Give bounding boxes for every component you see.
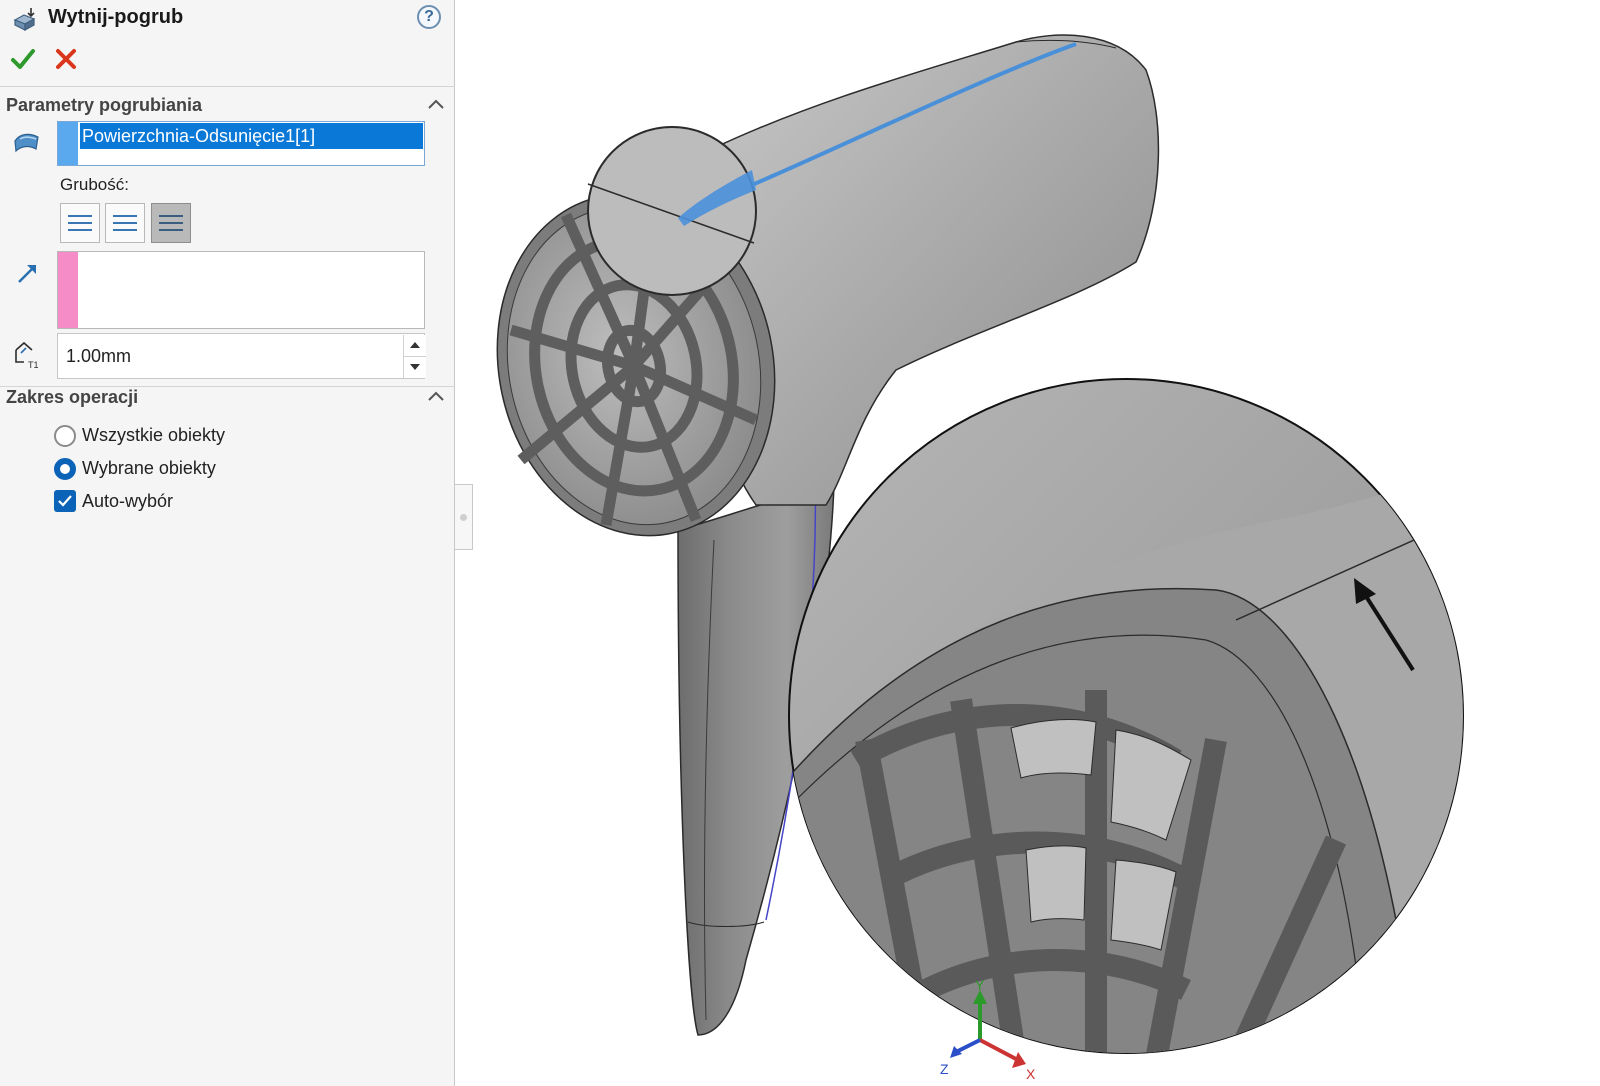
selected-bodies-radio[interactable] [54, 458, 76, 480]
selected-surface-item[interactable]: Powierzchnia-Odsunięcie1[1] [80, 123, 423, 149]
feature-title: Wytnij-pogrub [48, 6, 184, 28]
collapse-chevron-up-icon[interactable] [427, 98, 445, 110]
header-divider [0, 86, 455, 87]
cut-thicken-feature-icon [13, 8, 36, 32]
feature-scope-section-title: Zakres operacji [6, 387, 139, 407]
thickness-decrement-arrow[interactable] [403, 357, 426, 378]
selected-bodies-label[interactable]: Wybrane obiekty [82, 458, 216, 479]
thickness-increment-arrow[interactable] [403, 335, 426, 357]
ok-checkmark-button[interactable] [10, 46, 36, 72]
auto-select-checkbox[interactable] [54, 490, 76, 512]
all-bodies-label[interactable]: Wszystkie obiekty [82, 425, 225, 446]
all-bodies-radio[interactable] [54, 425, 76, 447]
svg-text:T1: T1 [28, 360, 39, 370]
thicken-params-section-title: Parametry pogrubiania [6, 95, 203, 115]
auto-select-label[interactable]: Auto-wybór [82, 491, 173, 512]
triad-y-label: Y [975, 980, 985, 993]
cancel-x-button[interactable] [54, 47, 78, 71]
feature-title-bar: Wytnij-pogrub ? [0, 0, 455, 38]
surface-select-icon [14, 133, 39, 153]
reference-triad: Y X Z [940, 980, 1036, 1080]
triad-z-label: Z [940, 1061, 949, 1077]
collapse-chevron-up-icon[interactable] [427, 390, 445, 402]
hair-dryer-model[interactable] [456, 0, 1600, 1086]
thickness-label: Grubość: [60, 175, 129, 194]
graphics-viewport[interactable]: Y X Z [456, 0, 1600, 1086]
selection-color-stripe [58, 122, 78, 165]
property-manager-panel: Wytnij-pogrub ? Parametry pogrubiania Po… [0, 0, 455, 1086]
checkmark-icon [58, 495, 72, 507]
direction-selection-box[interactable] [57, 251, 425, 329]
triad-x-label: X [1026, 1066, 1036, 1080]
direction-color-stripe [58, 252, 78, 328]
thickness-input[interactable] [64, 340, 388, 372]
thicken-both-sides-button[interactable] [151, 203, 191, 243]
thickness-spinbox[interactable] [57, 333, 426, 379]
thicken-side-2-button[interactable] [105, 203, 145, 243]
direction-arrow-icon [18, 265, 36, 283]
surface-selection-box[interactable]: Powierzchnia-Odsunięcie1[1] [57, 121, 425, 166]
help-button[interactable]: ? [417, 5, 441, 29]
thickness-t1-icon: T1 [15, 341, 39, 370]
thicken-side-1-button[interactable] [60, 203, 100, 243]
